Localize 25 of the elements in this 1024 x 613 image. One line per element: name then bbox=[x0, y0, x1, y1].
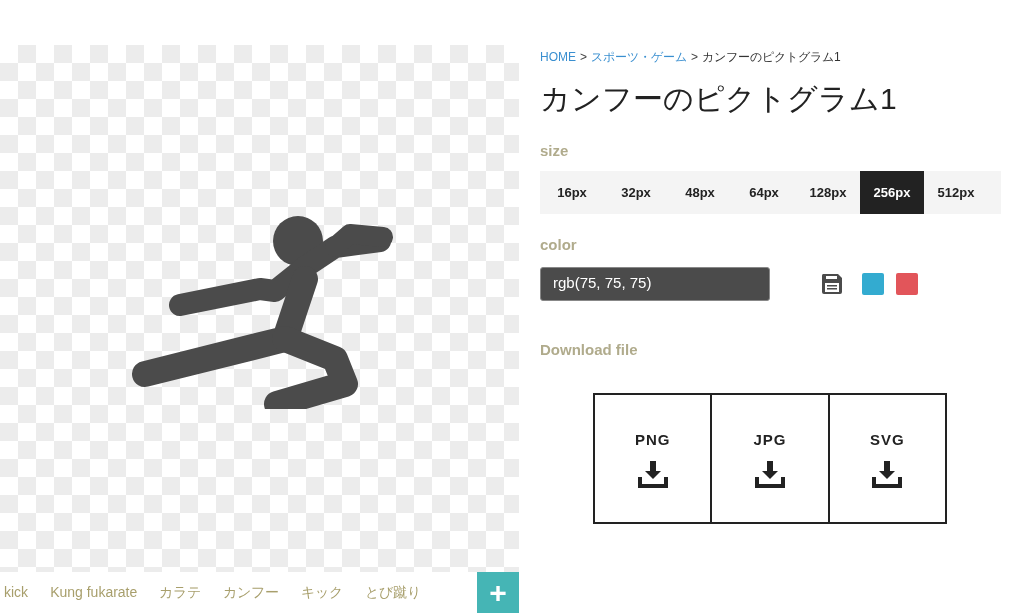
color-swatch[interactable] bbox=[862, 272, 884, 295]
format-label[interactable]: JPG bbox=[753, 429, 787, 452]
download-icon[interactable] bbox=[755, 459, 785, 488]
size-label: size bbox=[540, 140, 570, 161]
format-label[interactable]: SVG bbox=[869, 429, 905, 452]
size-option[interactable]: 256px bbox=[860, 171, 924, 214]
size-option[interactable]: 64px bbox=[732, 171, 796, 214]
format-label[interactable]: PNG bbox=[634, 429, 671, 452]
download-icon[interactable] bbox=[872, 459, 903, 488]
breadcrumb-separator: > bbox=[580, 49, 587, 66]
size-option[interactable]: 32px bbox=[604, 171, 668, 214]
size-option[interactable]: 128px bbox=[796, 171, 860, 214]
size-option[interactable]: 512px bbox=[924, 171, 988, 214]
page-title: カンフーのピクトグラム1 bbox=[540, 81, 898, 117]
color-swatch[interactable] bbox=[896, 272, 918, 295]
save-icon[interactable] bbox=[820, 271, 844, 296]
size-option[interactable]: 48px bbox=[668, 171, 732, 214]
download-icon[interactable] bbox=[637, 459, 668, 488]
breadcrumb-separator: > bbox=[691, 49, 699, 66]
size-option[interactable]: 16px bbox=[540, 171, 604, 214]
color-label: color bbox=[540, 235, 578, 255]
download-label: Download file bbox=[540, 339, 639, 360]
breadcrumb-current: カンフーのピクトグラム1 bbox=[702, 49, 841, 66]
breadcrumb-link[interactable]: スポーツ・ゲーム bbox=[591, 48, 687, 66]
color-input[interactable]: rgb(75, 75, 75) bbox=[540, 266, 770, 301]
